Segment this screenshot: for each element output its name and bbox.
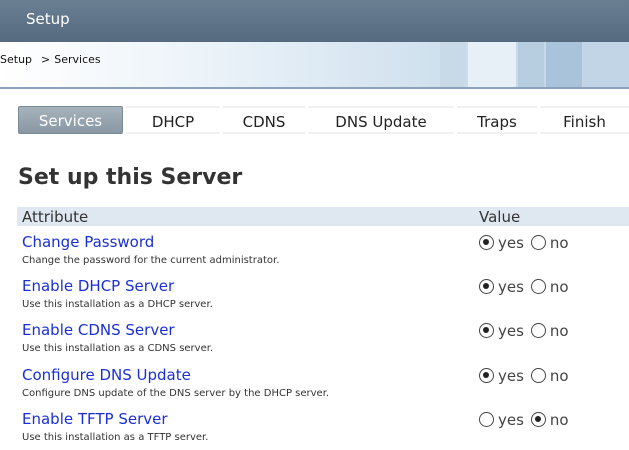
yes-label: yes	[498, 278, 524, 296]
no-label: no	[549, 278, 569, 296]
table-row: Configure DNS Update Configure DNS updat…	[17, 366, 629, 410]
table-row: Enable CDNS Server Use this installation…	[17, 321, 629, 365]
no-radio[interactable]	[530, 368, 546, 383]
attribute-description: Configure DNS update of the DNS server b…	[22, 388, 330, 399]
attribute-link-enable-tftp-server[interactable]: Enable TFTP Server	[22, 410, 168, 428]
yes-radio[interactable]	[479, 235, 494, 250]
header-decoration	[584, 42, 629, 89]
value-radio-group: yes no	[479, 278, 569, 296]
tab-dns-update[interactable]: DNS Update	[308, 106, 454, 134]
tab-bar: Services DHCP CDNS DNS Update Traps Fini…	[0, 106, 629, 134]
table-row: Enable DHCP Server Use this installation…	[17, 277, 629, 321]
attribute-description: Use this installation as a CDNS server.	[22, 343, 214, 354]
header-decoration	[546, 42, 582, 89]
value-radio-group: yes no	[479, 367, 569, 385]
no-label: no	[549, 411, 569, 429]
value-radio-group: yes no	[479, 234, 569, 252]
table-row: Change Password Change the password for …	[17, 233, 629, 277]
yes-label: yes	[498, 411, 524, 429]
breadcrumb-bar: Setup > Services	[0, 42, 629, 89]
window-title: Setup	[26, 10, 70, 28]
breadcrumb: Setup > Services	[0, 53, 101, 66]
header-decoration	[440, 42, 466, 89]
yes-label: yes	[498, 367, 524, 385]
tab-finish[interactable]: Finish	[540, 106, 629, 134]
yes-radio[interactable]	[479, 279, 494, 294]
no-radio[interactable]	[530, 412, 546, 427]
table-row: Enable TFTP Server Use this installation…	[17, 410, 629, 450]
yes-radio[interactable]	[479, 323, 494, 338]
yes-label: yes	[498, 234, 524, 252]
tab-services[interactable]: Services	[18, 106, 123, 134]
table-header: Attribute Value	[17, 207, 629, 226]
tab-traps[interactable]: Traps	[457, 106, 537, 134]
attribute-description: Use this installation as a TFTP server.	[22, 432, 209, 443]
no-label: no	[549, 367, 569, 385]
attribute-column-header: Attribute	[22, 208, 89, 226]
yes-radio[interactable]	[479, 412, 494, 427]
breadcrumb-current: Services	[54, 53, 101, 66]
no-radio[interactable]	[530, 235, 546, 250]
value-radio-group: yes no	[479, 411, 569, 429]
no-radio[interactable]	[530, 279, 546, 294]
header-divider	[0, 87, 629, 89]
tab-dhcp[interactable]: DHCP	[126, 106, 220, 134]
attribute-link-change-password[interactable]: Change Password	[22, 233, 154, 251]
no-radio[interactable]	[530, 323, 546, 338]
yes-radio[interactable]	[479, 368, 494, 383]
value-column-header: Value	[479, 208, 521, 226]
value-radio-group: yes no	[479, 322, 569, 340]
attribute-link-configure-dns-update[interactable]: Configure DNS Update	[22, 366, 191, 384]
no-label: no	[549, 322, 569, 340]
title-bar: Setup	[0, 0, 629, 42]
breadcrumb-separator: >	[41, 53, 51, 66]
attribute-link-enable-dhcp-server[interactable]: Enable DHCP Server	[22, 277, 174, 295]
attribute-description: Use this installation as a DHCP server.	[22, 299, 213, 310]
tab-cdns[interactable]: CDNS	[223, 106, 305, 134]
breadcrumb-root[interactable]: Setup	[0, 53, 32, 66]
yes-label: yes	[498, 322, 524, 340]
attribute-description: Change the password for the current admi…	[22, 255, 280, 266]
attribute-link-enable-cdns-server[interactable]: Enable CDNS Server	[22, 321, 175, 339]
header-decoration	[468, 42, 516, 89]
page-title: Set up this Server	[18, 165, 243, 190]
header-decoration	[518, 42, 544, 89]
no-label: no	[549, 234, 569, 252]
